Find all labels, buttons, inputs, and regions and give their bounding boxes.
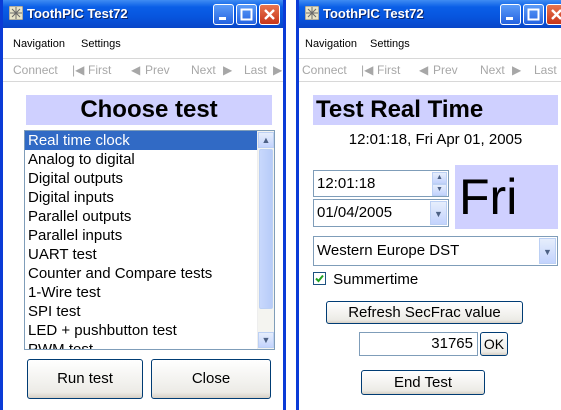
- window-title: ToothPIC Test72: [323, 6, 424, 21]
- page-title: Test Real Time: [313, 95, 558, 125]
- timezone-select[interactable]: Western Europe DST ▼: [313, 236, 558, 266]
- date-value: 01/04/2005: [317, 204, 393, 221]
- checkmark-icon: [315, 274, 324, 283]
- menu-bar: Navigation Settings: [299, 36, 561, 54]
- list-item[interactable]: Parallel outputs: [25, 207, 274, 226]
- timezone-value: Western Europe DST: [317, 242, 460, 259]
- list-item[interactable]: Digital inputs: [25, 188, 274, 207]
- list-item[interactable]: PWM test: [25, 340, 274, 349]
- title-bar[interactable]: ToothPIC Test72: [3, 0, 283, 28]
- menu-navigation[interactable]: Navigation: [13, 38, 65, 50]
- date-dropdown-icon[interactable]: ▼: [430, 201, 447, 225]
- summertime-option[interactable]: Summertime: [313, 271, 418, 289]
- prev-icon: ◀: [131, 63, 141, 77]
- spin-up-icon[interactable]: ▲: [432, 172, 447, 184]
- minimize-button[interactable]: [213, 4, 234, 25]
- maximize-icon: [240, 8, 253, 21]
- list-item[interactable]: Analog to digital: [25, 150, 274, 169]
- maximize-button[interactable]: [523, 4, 544, 25]
- list-item[interactable]: UART test: [25, 245, 274, 264]
- maximize-button[interactable]: [236, 4, 257, 25]
- first-button[interactable]: First: [377, 63, 400, 77]
- secfrac-value: 31765: [431, 335, 473, 352]
- first-button[interactable]: First: [88, 63, 111, 77]
- minimize-icon: [219, 17, 226, 20]
- date-picker[interactable]: 01/04/2005 ▼: [313, 199, 449, 227]
- run-test-button[interactable]: Run test: [27, 359, 143, 399]
- close-icon: [551, 9, 561, 20]
- next-icon: ▶: [512, 63, 522, 77]
- app-icon: [9, 6, 23, 20]
- minimize-button[interactable]: [500, 4, 521, 25]
- menu-settings[interactable]: Settings: [370, 38, 410, 50]
- next-button[interactable]: Next: [191, 63, 216, 77]
- menu-navigation[interactable]: Navigation: [305, 38, 357, 50]
- close-window-button[interactable]: [259, 4, 280, 25]
- scroll-up-icon[interactable]: ▲: [258, 132, 274, 148]
- ok-button[interactable]: OK: [480, 332, 508, 356]
- next-icon: ▶: [223, 63, 233, 77]
- page-title: Choose test: [26, 95, 272, 125]
- spin-down-icon[interactable]: ▼: [432, 184, 447, 196]
- title-bar[interactable]: ToothPIC Test72: [299, 0, 561, 28]
- list-item[interactable]: Digital outputs: [25, 169, 274, 188]
- close-window-button[interactable]: [546, 4, 561, 25]
- list-item[interactable]: 1-Wire test: [25, 283, 274, 302]
- app-icon: [305, 6, 319, 20]
- first-icon: |◀: [361, 63, 374, 77]
- last-icon: ▶: [273, 63, 283, 77]
- connect-button[interactable]: Connect: [13, 63, 58, 77]
- list-item[interactable]: Parallel inputs: [25, 226, 274, 245]
- timezone-dropdown-icon[interactable]: ▼: [539, 238, 556, 264]
- scroll-thumb[interactable]: [259, 149, 273, 309]
- menu-bar: Navigation Settings: [3, 36, 283, 54]
- connect-button[interactable]: Connect: [302, 63, 347, 77]
- summertime-label: Summertime: [333, 271, 419, 288]
- secfrac-field[interactable]: 31765: [359, 332, 478, 356]
- close-icon: [264, 9, 275, 20]
- end-test-button[interactable]: End Test: [361, 370, 485, 395]
- last-button[interactable]: Last: [244, 63, 267, 77]
- time-value: 12:01:18: [317, 175, 376, 192]
- summertime-checkbox[interactable]: [313, 272, 326, 285]
- test-listbox[interactable]: Real time clock Analog to digital Digital …: [24, 130, 275, 350]
- day-display: Fri: [455, 165, 558, 229]
- list-item[interactable]: LED + pushbutton test: [25, 321, 274, 340]
- nav-toolbar: Connect |◀ First ◀ Prev Next ▶ Last ▶: [3, 58, 283, 82]
- vertical-scrollbar[interactable]: ▲ ▼: [257, 131, 274, 349]
- menu-settings[interactable]: Settings: [81, 38, 121, 50]
- refresh-secfrac-button[interactable]: Refresh SecFrac value: [326, 301, 523, 324]
- prev-icon: ◀: [419, 63, 429, 77]
- close-button[interactable]: Close: [151, 359, 271, 399]
- window-title: ToothPIC Test72: [27, 6, 128, 21]
- test-list: Real time clock Analog to digital Digital …: [25, 131, 274, 349]
- first-icon: |◀: [72, 63, 85, 77]
- scroll-down-icon[interactable]: ▼: [258, 332, 274, 348]
- maximize-icon: [527, 8, 540, 21]
- choose-test-window: ToothPIC Test72 Navigation Settings Conn…: [0, 0, 286, 410]
- list-item[interactable]: SPI test: [25, 302, 274, 321]
- nav-toolbar: Connect |◀ First ◀ Prev Next ▶ Last: [299, 58, 561, 82]
- prev-button[interactable]: Prev: [145, 63, 170, 77]
- real-time-window: ToothPIC Test72 Navigation Settings Conn…: [296, 0, 561, 410]
- minimize-icon: [506, 17, 513, 20]
- last-button[interactable]: Last: [534, 63, 557, 77]
- list-item[interactable]: Counter and Compare tests: [25, 264, 274, 283]
- time-field[interactable]: 12:01:18 ▲ ▼: [313, 170, 449, 197]
- prev-button[interactable]: Prev: [433, 63, 458, 77]
- list-item[interactable]: Real time clock: [25, 131, 274, 150]
- current-datetime: 12:01:18, Fri Apr 01, 2005: [348, 131, 523, 148]
- next-button[interactable]: Next: [480, 63, 505, 77]
